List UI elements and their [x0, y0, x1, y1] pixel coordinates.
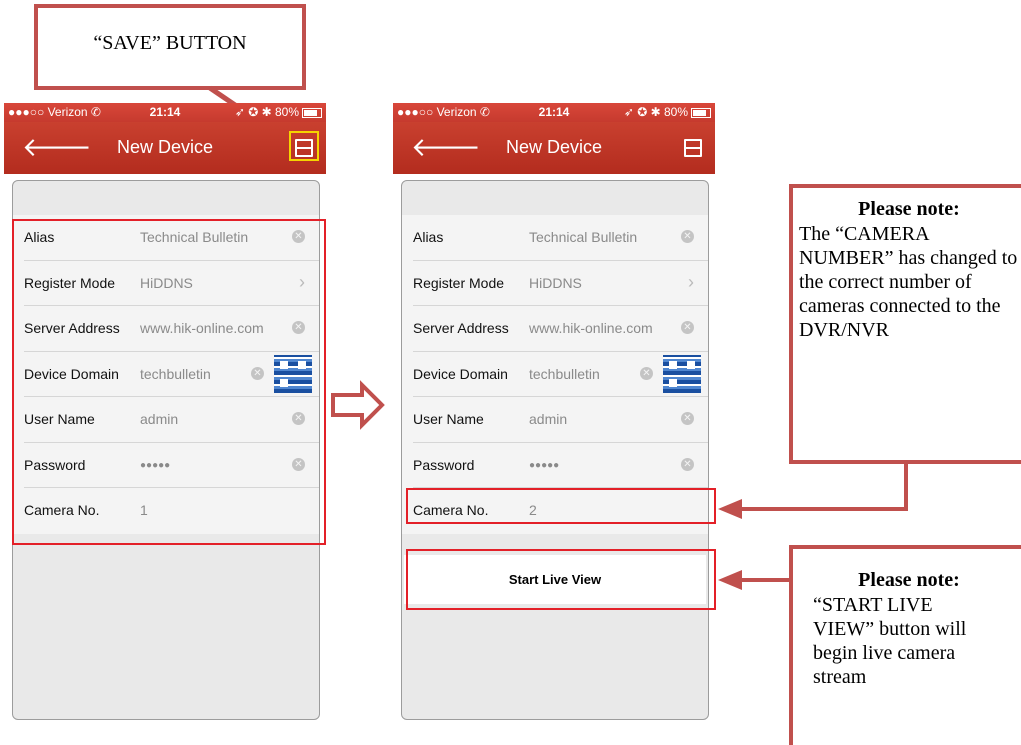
status-right: ➶ ✪ ✱ 80%	[235, 105, 322, 119]
field-register-mode[interactable]: Register Mode HiDDNS ›	[402, 261, 708, 306]
liveview-note-title: Please note:	[858, 569, 960, 591]
start-live-view-note: Please note: “START LIVE VIEW” button wi…	[789, 545, 1021, 745]
liveview-note-body: “START LIVE VIEW” button will begin live…	[813, 594, 967, 688]
clear-icon[interactable]: ✕	[681, 230, 694, 243]
field-alias[interactable]: Alias Technical Bulletin ✕	[402, 215, 708, 261]
camera-no-highlight-box	[406, 488, 716, 524]
field-label: Server Address	[413, 320, 509, 336]
status-right: ➶ ✪ ✱ 80%	[624, 105, 711, 119]
field-user-name[interactable]: User Name admin ✕	[402, 397, 708, 443]
field-label: User Name	[413, 411, 484, 427]
status-bar: ●●●○○ Verizon ✆ 21:14 ➶ ✪ ✱ 80%	[4, 103, 326, 122]
field-value: admin	[529, 411, 568, 427]
save-button-highlight	[289, 131, 319, 161]
field-label: Register Mode	[413, 274, 505, 291]
save-icon	[684, 139, 702, 157]
field-value: Technical Bulletin	[529, 229, 638, 245]
field-value: www.hik-online.com	[529, 320, 653, 336]
field-value: ●●●●●	[529, 459, 560, 471]
status-indicators: ➶ ✪ ✱ 80%	[623, 105, 688, 119]
field-label: Password	[413, 456, 475, 473]
camera-number-note: Please note: The “CAMERA NUMBER” has cha…	[789, 184, 1021, 464]
clear-icon[interactable]: ✕	[681, 412, 694, 425]
field-password[interactable]: Password ●●●●● ✕	[402, 443, 708, 488]
save-button[interactable]	[679, 134, 705, 160]
field-label: Alias	[413, 229, 444, 245]
content-panel: Alias Technical Bulletin ✕ Register Mode Hi…	[401, 180, 709, 720]
clear-icon[interactable]: ✕	[640, 366, 653, 380]
chevron-right-icon: ›	[688, 271, 694, 292]
status-bar: ●●●○○ Verizon ✆ 21:14 ➶ ✪ ✱ 80%	[393, 103, 715, 122]
battery-icon	[691, 107, 711, 118]
field-value: HiDDNS	[529, 274, 582, 291]
nav-bar: 🡐 New Device	[393, 122, 715, 174]
battery-icon	[302, 107, 322, 118]
camera-note-body: The “CAMERA NUMBER” has changed to the c…	[799, 223, 1018, 341]
start-live-view-highlight-box	[406, 549, 716, 610]
qr-code-icon[interactable]	[663, 354, 701, 393]
nav-bar: 🡐 New Device	[4, 122, 326, 174]
camera-note-title: Please note:	[858, 198, 960, 220]
device-form: Alias Technical Bulletin ✕ Register Mode Hi…	[402, 215, 708, 534]
status-indicators: ➶ ✪ ✱ 80%	[234, 105, 299, 119]
fields-highlight-box	[12, 219, 326, 545]
phone-screen-right: ●●●○○ Verizon ✆ 21:14 ➶ ✪ ✱ 80% 🡐 New De…	[393, 103, 715, 723]
field-label: Device Domain	[413, 365, 508, 382]
clear-icon[interactable]: ✕	[681, 457, 694, 471]
clear-icon[interactable]: ✕	[681, 321, 694, 334]
field-device-domain[interactable]: Device Domain techbulletin ✕	[402, 352, 708, 397]
nav-title: New Device	[116, 137, 214, 157]
nav-title: New Device	[505, 137, 603, 157]
field-server-address[interactable]: Server Address www.hik-online.com ✕	[402, 306, 708, 352]
field-value: techbulletin	[529, 365, 600, 382]
